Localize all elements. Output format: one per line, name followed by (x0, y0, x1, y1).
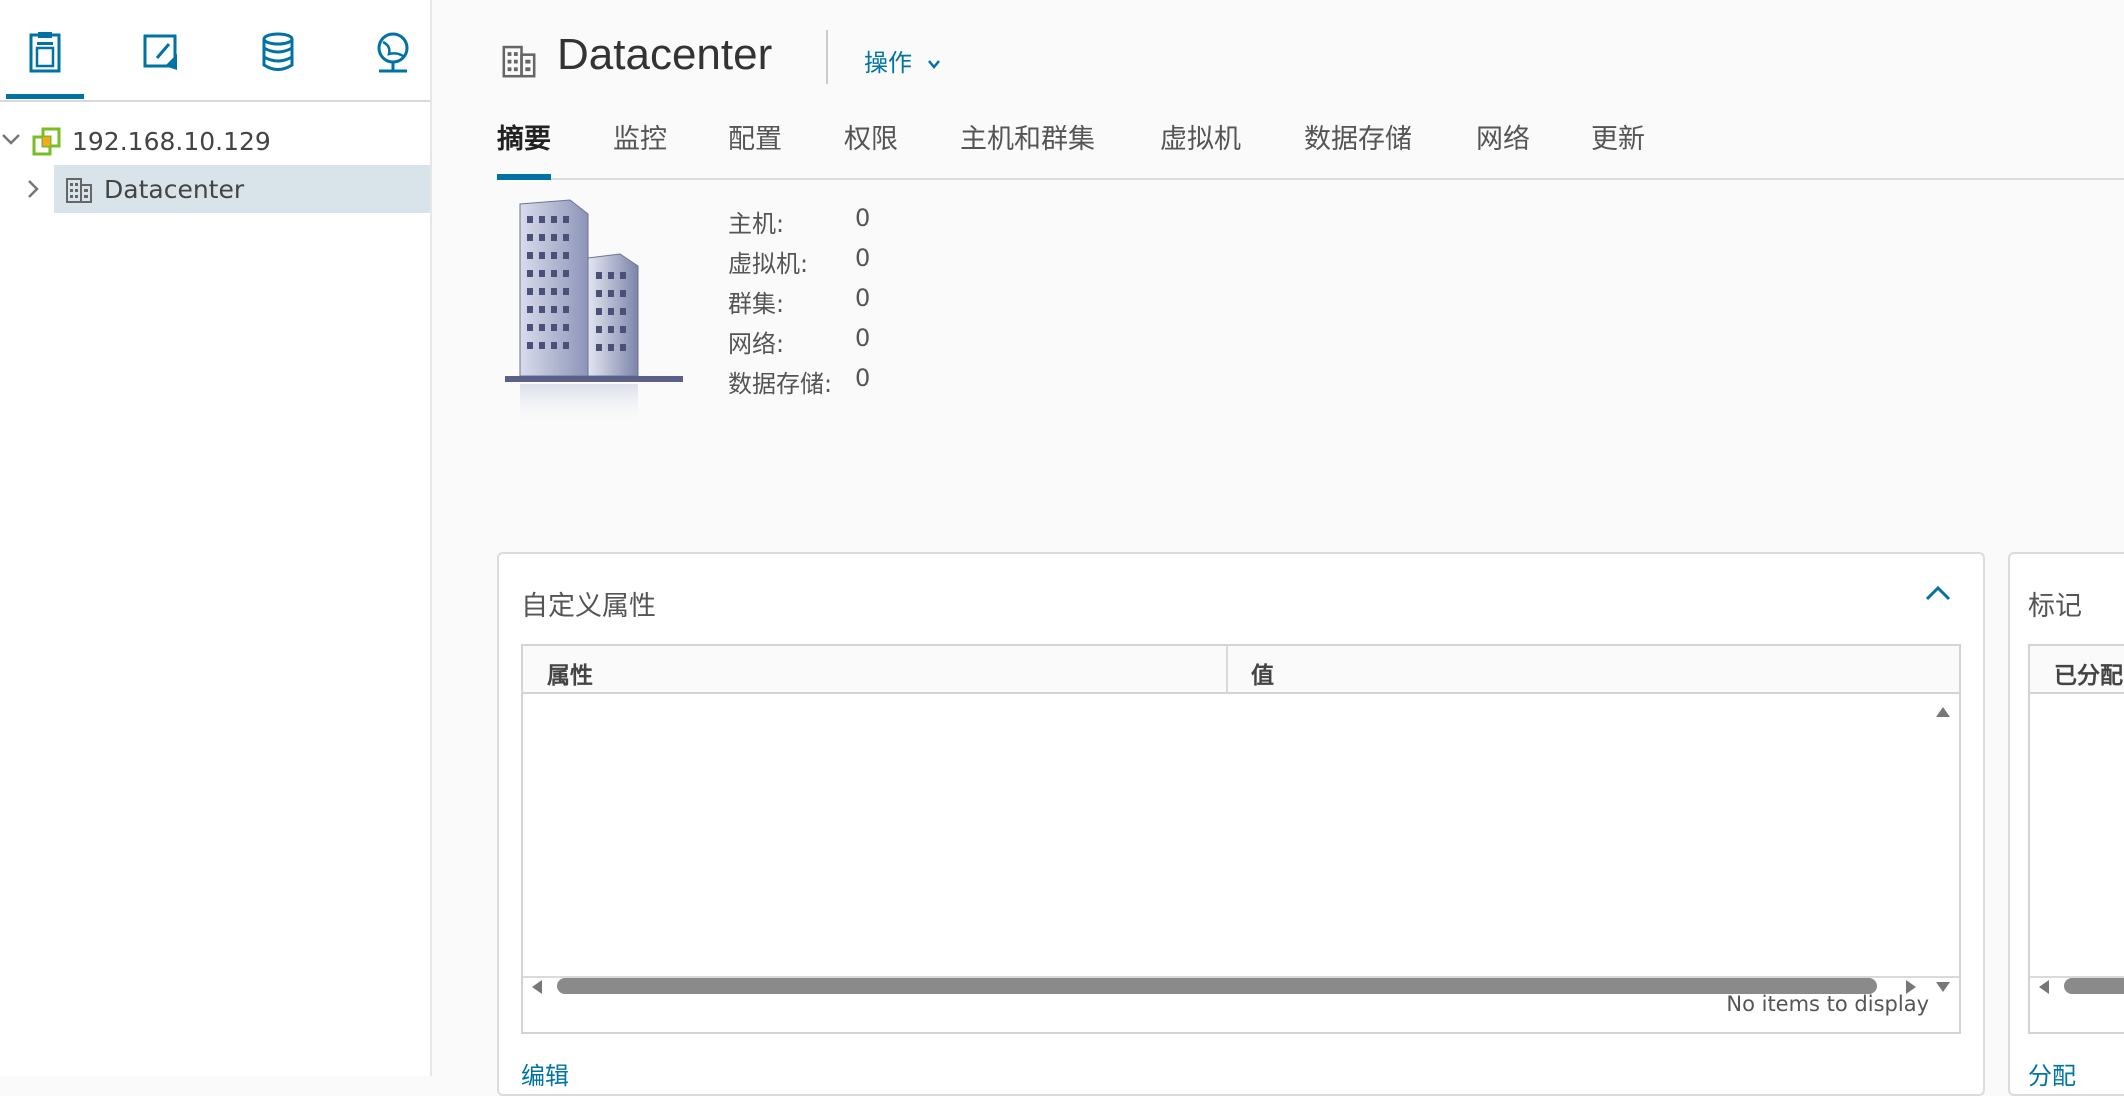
card-title: 标记 (2028, 591, 2082, 622)
tab-monitor[interactable]: 监控 (613, 120, 667, 178)
datacenter-icon (64, 175, 94, 211)
collapse-icon[interactable] (1923, 582, 1953, 608)
actions-label: 操作 (864, 49, 912, 77)
empty-grid-message: No items to display (1726, 992, 1929, 1016)
stat-value-datastores: 0 (855, 364, 871, 392)
actions-menu-button[interactable]: 操作 (864, 43, 942, 78)
page-title: Datacenter (557, 30, 773, 79)
stat-value-clusters: 0 (855, 284, 871, 312)
grid-header: 已分配 (2030, 646, 2124, 694)
scroll-up-icon[interactable] (1933, 704, 1953, 724)
tab-configure[interactable]: 配置 (728, 120, 782, 178)
stat-value-hosts: 0 (855, 204, 871, 232)
navigator-tabs (0, 0, 430, 102)
hosts-clusters-icon[interactable] (6, 30, 84, 99)
grid-footer: No items to display (523, 976, 1959, 1032)
stat-label-vms: 虚拟机: (728, 250, 809, 278)
tab-datastores[interactable]: 数据存储 (1304, 120, 1412, 178)
tree-item-label: Datacenter (104, 175, 245, 204)
edit-link[interactable]: 编辑 (521, 1056, 569, 1091)
navigator-pane: 192.168.10.129 Datacenter (0, 0, 432, 1076)
tab-summary[interactable]: 摘要 (497, 120, 551, 180)
tab-networks[interactable]: 网络 (1476, 120, 1530, 178)
chevron-down-icon[interactable] (0, 127, 28, 155)
stat-value-networks: 0 (855, 324, 871, 352)
tags-grid: 已分配 (2028, 644, 2124, 1034)
tab-vms[interactable]: 虚拟机 (1160, 120, 1241, 178)
chevron-down-icon (927, 60, 940, 69)
title-divider (826, 30, 828, 84)
custom-attributes-card: 自定义属性 属性 值 No items to display 编辑 (497, 552, 1985, 1096)
assign-link[interactable]: 分配 (2028, 1056, 2076, 1091)
card-title: 自定义属性 (521, 591, 656, 622)
tree-item-label: 192.168.10.129 (72, 127, 271, 156)
vcenter-icon (32, 127, 62, 163)
tab-permissions[interactable]: 权限 (844, 120, 898, 178)
object-tabs: 摘要 监控 配置 权限 主机和群集 虚拟机 数据存储 网络 更新 (497, 120, 2124, 180)
tags-card: 标记 已分配 分配 (2008, 552, 2124, 1096)
grid-header: 属性 值 (523, 646, 1959, 694)
stat-label-networks: 网络: (728, 330, 785, 358)
column-header-assigned[interactable]: 已分配 (2054, 656, 2123, 690)
custom-attributes-grid: 属性 值 No items to display (521, 644, 1961, 1034)
column-resizer[interactable] (1226, 646, 1228, 692)
column-header-value[interactable]: 值 (1251, 656, 1274, 690)
chevron-right-icon[interactable] (22, 177, 50, 205)
datacenter-icon (500, 42, 538, 84)
stat-value-vms: 0 (855, 244, 871, 272)
tree-item-vcenter[interactable]: 192.168.10.129 (0, 117, 430, 165)
networking-icon[interactable] (368, 30, 418, 84)
grid-footer (2030, 976, 2124, 1032)
tab-updates[interactable]: 更新 (1591, 120, 1645, 178)
datacenter-illustration (500, 196, 690, 440)
vms-templates-icon[interactable] (136, 30, 186, 84)
tab-hosts-clusters[interactable]: 主机和群集 (960, 120, 1095, 178)
stat-label-datastores: 数据存储: (728, 370, 833, 398)
stat-label-clusters: 群集: (728, 290, 785, 318)
stat-label-hosts: 主机: (728, 210, 785, 238)
tree-item-datacenter[interactable]: Datacenter (28, 165, 430, 213)
storage-icon[interactable] (253, 30, 303, 84)
column-header-attribute[interactable]: 属性 (547, 656, 593, 690)
